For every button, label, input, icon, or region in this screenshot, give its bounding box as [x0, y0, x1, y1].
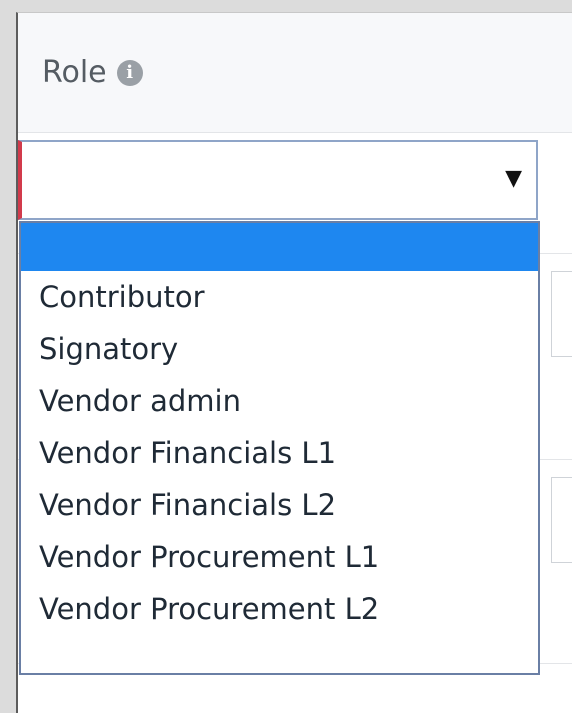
role-dropdown-list: Contributor Signatory Vendor admin Vendo…: [19, 221, 540, 675]
role-label-group: Role i: [42, 55, 143, 90]
role-select[interactable]: ▼: [18, 140, 538, 220]
background-field-edge: [551, 477, 572, 563]
chevron-down-icon[interactable]: ▼: [505, 166, 522, 191]
role-option-vendor-procurement-l2[interactable]: Vendor Procurement L2: [21, 583, 538, 635]
role-option-vendor-procurement-l1[interactable]: Vendor Procurement L1: [21, 531, 538, 583]
role-option-signatory[interactable]: Signatory: [21, 323, 538, 375]
info-icon[interactable]: i: [116, 59, 143, 86]
role-option-vendor-financials-l2[interactable]: Vendor Financials L2: [21, 479, 538, 531]
role-option-contributor[interactable]: Contributor: [21, 271, 538, 323]
role-option-empty[interactable]: [21, 223, 538, 271]
role-option-vendor-admin[interactable]: Vendor admin: [21, 375, 538, 427]
role-option-vendor-financials-l1[interactable]: Vendor Financials L1: [21, 427, 538, 479]
role-field-header: Role i: [18, 13, 572, 133]
role-label: Role: [42, 55, 107, 90]
background-field-edge: [551, 271, 572, 357]
